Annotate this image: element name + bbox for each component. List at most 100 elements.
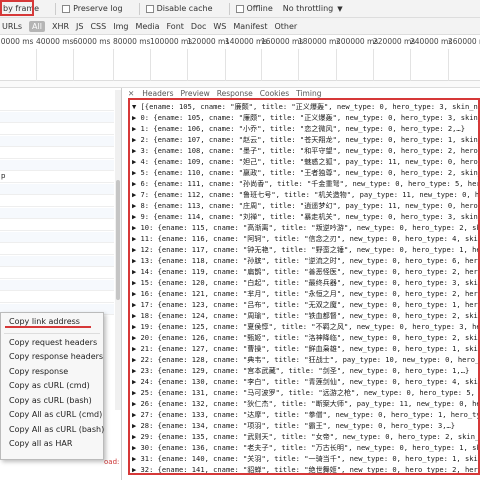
filter-all[interactable]: All [29, 20, 45, 32]
request-row[interactable] [0, 292, 114, 303]
grid-line [373, 49, 374, 81]
json-line[interactable]: ▶ 7: {ename: 112, cname: "鲁班七号", title: … [132, 189, 478, 200]
filter-img[interactable]: Img [113, 22, 128, 31]
json-line[interactable]: ▶ 1: {ename: 106, cname: "小乔", title: "恋… [132, 123, 465, 134]
json-line[interactable]: ▼ [{ename: 105, cname: "廉颇", title: "正义爆… [132, 101, 478, 112]
menu-copy-response[interactable]: Copy response [9, 367, 68, 376]
json-line[interactable]: ▶ 32: {ename: 141, cname: "貂蝉", title: "… [132, 464, 478, 473]
json-line[interactable]: ▶ 13: {ename: 118, cname: "孙膑", title: "… [132, 255, 478, 266]
close-icon[interactable]: ✕ [128, 89, 134, 98]
json-line[interactable]: ▶ 15: {ename: 120, cname: "白起", title: "… [132, 277, 478, 288]
json-line[interactable]: ▶ 2: {ename: 107, cname: "赵云", title: "苍… [132, 134, 478, 145]
request-row[interactable] [0, 244, 114, 255]
request-row[interactable] [0, 100, 114, 111]
json-line[interactable]: ▶ 27: {ename: 133, cname: "达摩", title: "… [132, 409, 478, 420]
timeline-tick: 180000 ms [298, 37, 341, 46]
filter-media[interactable]: Media [135, 22, 159, 31]
tab-timing[interactable]: Timing [296, 89, 321, 98]
json-line[interactable]: ▶ 14: {ename: 119, cname: "扁鹊", title: "… [132, 266, 478, 277]
request-row[interactable] [0, 280, 114, 291]
request-row[interactable] [0, 268, 114, 279]
request-row[interactable] [0, 196, 114, 207]
filter-other[interactable]: Other [275, 22, 298, 31]
request-row[interactable] [0, 112, 114, 123]
filter-doc[interactable]: Doc [191, 22, 206, 31]
filter-css[interactable]: CSS [90, 22, 106, 31]
json-line[interactable]: ▶ 3: {ename: 108, cname: "墨子", title: "和… [132, 145, 478, 156]
json-line[interactable]: ▶ 30: {ename: 136, cname: "老夫子", title: … [132, 442, 478, 453]
network-toolbar: by frame Preserve log Disable cache Offl… [0, 0, 480, 18]
filter-ws[interactable]: WS [213, 22, 226, 31]
grid-line [261, 49, 262, 81]
request-row[interactable] [0, 160, 114, 171]
json-line[interactable]: ▶ 21: {ename: 127, cname: "曹操", title: "… [132, 343, 478, 354]
grid-line [298, 49, 299, 81]
menu-copy-link-address[interactable]: Copy link address [9, 317, 80, 326]
grid-line [448, 49, 449, 81]
preserve-log-checkbox[interactable]: Preserve log [62, 4, 123, 13]
timeline-overview[interactable]: 20000 ms 40000 ms 60000 ms 80000 ms 1000… [0, 35, 480, 81]
json-line[interactable]: ▶ 10: {ename: 115, cname: "高渐离", title: … [132, 222, 478, 233]
offline-label: Offline [246, 4, 273, 13]
tab-headers[interactable]: Headers [142, 89, 173, 98]
json-line[interactable]: ▶ 4: {ename: 109, cname: "妲己", title: "魅… [132, 156, 478, 167]
tab-preview[interactable]: Preview [181, 89, 210, 98]
json-line[interactable]: ▶ 25: {ename: 131, cname: "马可波罗", title:… [132, 387, 478, 398]
disable-cache-checkbox[interactable]: Disable cache [145, 4, 213, 13]
json-line[interactable]: ▶ 0: {ename: 105, cname: "廉颇", title: "正… [132, 112, 478, 123]
scrollbar-thumb[interactable] [116, 180, 120, 300]
json-line[interactable]: ▶ 31: {ename: 140, cname: "关羽", title: "… [132, 453, 478, 464]
menu-copy-all-as-curl-bash[interactable]: Copy All as cURL (bash) [9, 425, 104, 434]
json-line[interactable]: ▶ 8: {ename: 113, cname: "庄周", title: "逍… [132, 200, 478, 211]
response-preview[interactable]: ▼ [{ename: 105, cname: "廉颇", title: "正义爆… [128, 98, 480, 475]
request-row[interactable] [0, 220, 114, 231]
json-line[interactable]: ▶ 17: {ename: 123, cname: "吕布", title: "… [132, 299, 478, 310]
json-line[interactable]: ▶ 16: {ename: 121, cname: "芈月", title: "… [132, 288, 478, 299]
filter-font[interactable]: Font [166, 22, 183, 31]
json-line[interactable]: ▶ 6: {ename: 111, cname: "孙尚香", title: "… [132, 178, 478, 189]
json-line[interactable]: ▶ 12: {ename: 117, cname: "钟无艳", title: … [132, 244, 478, 255]
throttling-select[interactable]: No throttling ▼ [283, 4, 343, 13]
devtools-network-panel: { "toolbar": { "preserve_log": "Preserve… [0, 0, 480, 480]
json-line[interactable]: ▶ 28: {ename: 134, cname: "项羽", title: "… [132, 420, 455, 431]
menu-copy-as-curl-cmd[interactable]: Copy as cURL (cmd) [9, 381, 90, 390]
json-line[interactable]: ▶ 22: {ename: 128, cname: "典韦", title: "… [132, 354, 478, 365]
json-line[interactable]: ▶ 9: {ename: 114, cname: "刘禅", title: "暴… [132, 211, 478, 222]
menu-separator [4, 333, 100, 334]
timeline-tick: 220000 ms [373, 37, 416, 46]
request-row[interactable] [0, 232, 114, 243]
divider [138, 2, 140, 15]
json-line[interactable]: ▶ 29: {ename: 135, cname: "武则天", title: … [132, 431, 478, 442]
filter-xhr[interactable]: XHR [52, 22, 69, 31]
menu-copy-as-curl-bash[interactable]: Copy as cURL (bash) [9, 396, 92, 405]
grid-line [187, 49, 188, 81]
menu-copy-all-as-har[interactable]: Copy all as HAR [9, 439, 72, 448]
request-row[interactable] [0, 148, 114, 159]
filter-js[interactable]: JS [76, 22, 83, 31]
filter-urls[interactable]: URLs [2, 22, 22, 31]
menu-copy-response-headers[interactable]: Copy response headers [9, 352, 103, 361]
json-line[interactable]: ▶ 26: {ename: 132, cname: "狄仁杰", title: … [132, 398, 478, 409]
grid-line [113, 49, 114, 81]
json-line[interactable]: ▶ 11: {ename: 116, cname: "阿轲", title: "… [132, 233, 478, 244]
request-row[interactable]: p [0, 172, 114, 183]
json-line[interactable]: ▶ 23: {ename: 129, cname: "宫本武藏", title:… [132, 365, 469, 376]
filter-manifest[interactable]: Manifest [233, 22, 267, 31]
request-row[interactable] [0, 136, 114, 147]
request-row[interactable] [0, 256, 114, 267]
request-row[interactable] [0, 184, 114, 195]
json-line[interactable]: ▶ 24: {ename: 130, cname: "李白", title: "… [132, 376, 478, 387]
checkbox-icon [235, 4, 244, 13]
tab-response[interactable]: Response [217, 89, 253, 98]
tab-cookies[interactable]: Cookies [260, 89, 289, 98]
json-line[interactable]: ▶ 18: {ename: 124, cname: "周瑜", title: "… [132, 310, 478, 321]
json-line[interactable]: ▶ 19: {ename: 125, cname: "夏侯惇", title: … [132, 321, 478, 332]
request-row[interactable] [0, 124, 114, 135]
offline-checkbox[interactable]: Offline [235, 4, 273, 13]
json-line[interactable]: ▶ 5: {ename: 110, cname: "嬴政", title: "王… [132, 167, 478, 178]
request-row[interactable] [0, 208, 114, 219]
menu-copy-all-as-curl-cmd[interactable]: Copy All as cURL (cmd) [9, 410, 102, 419]
json-line[interactable]: ▶ 20: {ename: 126, cname: "甄姬", title: "… [132, 332, 478, 343]
filter-bar: URLs All XHR JS CSS Img Media Font Doc W… [0, 18, 480, 35]
menu-copy-request-headers[interactable]: Copy request headers [9, 338, 97, 347]
